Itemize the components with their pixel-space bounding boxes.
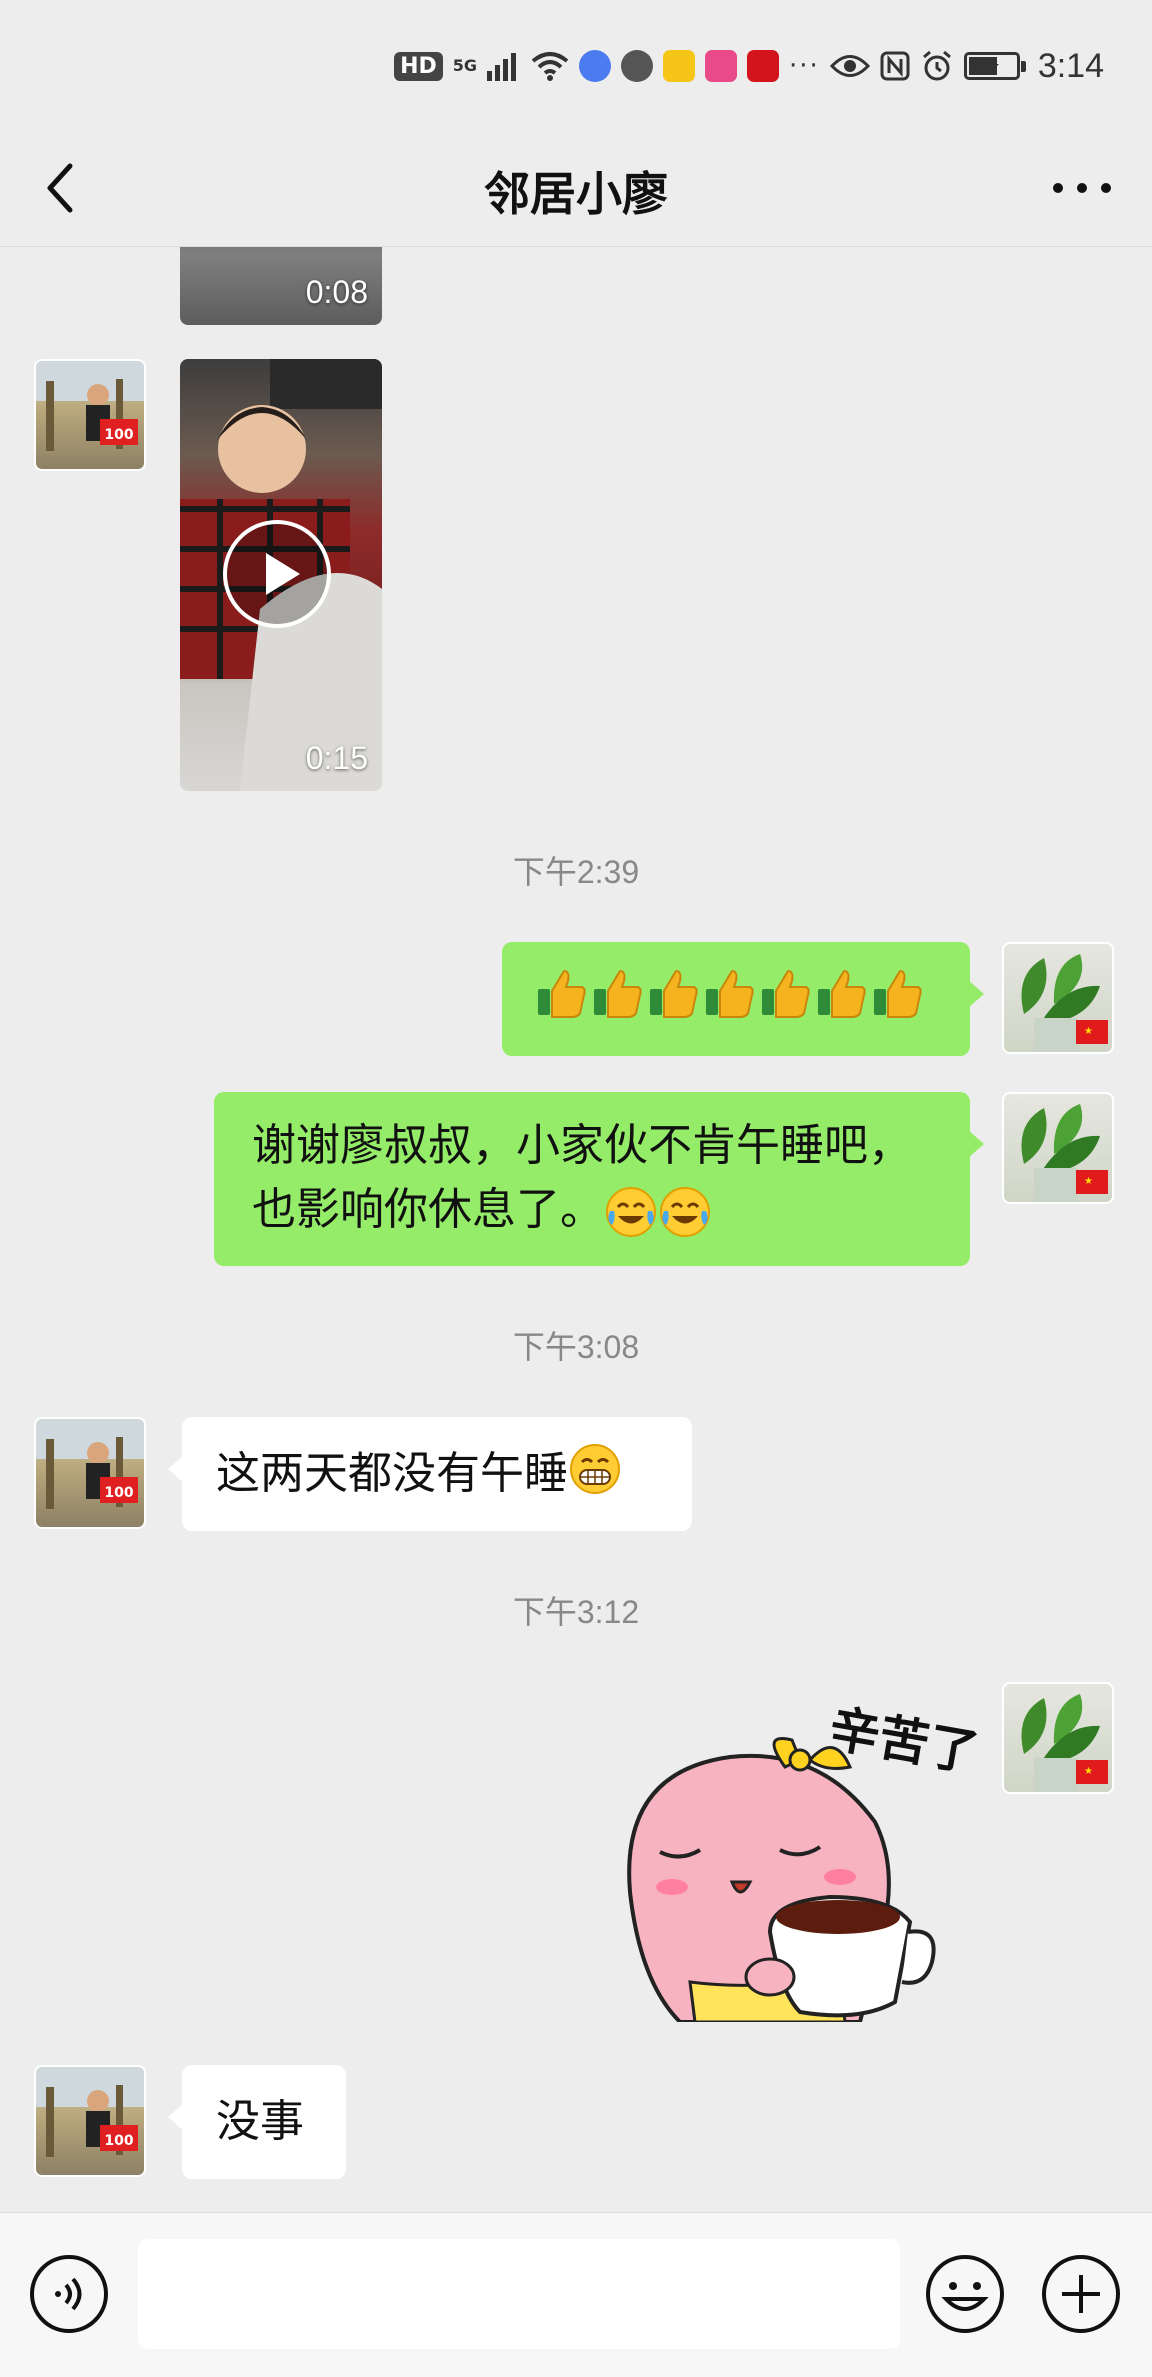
network-label: 5G: [452, 56, 478, 75]
svg-text:100: 100: [104, 1485, 133, 1501]
chat-title: 邻居小廖: [484, 167, 668, 221]
avatar[interactable]: 100: [34, 1417, 146, 1529]
plus-icon: [1042, 2255, 1120, 2333]
clock-time: 3:14: [1037, 46, 1104, 85]
message-text: 没事: [216, 2096, 304, 2147]
avatar[interactable]: ★: [1002, 1682, 1114, 1794]
more-dots-icon: [1053, 183, 1111, 193]
play-icon[interactable]: [222, 519, 332, 629]
avatar-image: ★: [1021, 954, 1108, 1052]
message-text-line: 谢谢廖叔叔，小家伙不肯午睡吧，: [252, 1120, 912, 1171]
weibo-app-icon: [663, 50, 696, 82]
browser-app-icon: [621, 50, 654, 82]
outgoing-message[interactable]: [502, 942, 984, 1056]
avatar[interactable]: 100: [34, 359, 146, 471]
video-duration: 0:15: [305, 740, 368, 776]
sticker-message[interactable]: 辛苦了: [620, 1692, 983, 2024]
more-button[interactable]: [1042, 148, 1122, 228]
thumbs-up-row: [536, 967, 936, 1019]
message-text: 这两天都没有午睡: [216, 1448, 568, 1499]
avatar-image: 100: [36, 361, 144, 451]
message-text-line: 也影响你休息了。: [252, 1178, 932, 1242]
thumbs-up-emoji: [538, 969, 586, 1018]
video-duration: 0:08: [305, 274, 368, 310]
thumbs-up-emoji: [818, 969, 866, 1018]
thumbs-up-emoji: [874, 969, 922, 1018]
svg-text:100: 100: [104, 2133, 133, 2149]
avatar[interactable]: ★: [1002, 942, 1114, 1054]
avatar[interactable]: 100: [34, 2065, 146, 2177]
bubble-tail: [168, 2103, 184, 2131]
study-app-icon: [747, 50, 780, 82]
svg-text:★: ★: [1084, 1766, 1093, 1777]
thumbs-up-emoji: [594, 969, 642, 1018]
thumbs-up-emoji: [706, 969, 754, 1018]
battery-icon: [963, 52, 1026, 80]
voice-button[interactable]: [28, 2253, 110, 2335]
timestamp: 下午3:12: [512, 1594, 640, 1630]
incoming-message[interactable]: 这两天都没有午睡: [168, 1417, 692, 1531]
avatar[interactable]: ★: [1002, 1092, 1114, 1204]
tears-of-joy-emoji: [606, 1187, 656, 1237]
wifi-icon: [531, 52, 569, 81]
svg-text:★: ★: [1084, 1176, 1093, 1187]
grinning-emoji: [570, 1444, 620, 1494]
hd-badge: HD: [394, 51, 443, 81]
bubble-tail: [968, 980, 984, 1008]
status-icons: HD 5G ··· 3:14: [394, 44, 1104, 88]
chat-header: 邻居小廖: [0, 130, 1152, 247]
avatar-image: 100: [36, 2067, 144, 2157]
eye-icon: [829, 55, 870, 77]
avatar-image: 100: [36, 1419, 144, 1509]
sticker-image: 辛苦了: [627, 1699, 983, 2024]
voice-icon: [30, 2255, 108, 2333]
sticker-text: 辛苦了: [825, 1699, 980, 1782]
shopping-app-icon: [705, 50, 738, 82]
tears-of-joy-emoji: [660, 1187, 710, 1237]
input-bar: [0, 2212, 1152, 2377]
timestamp: 下午2:39: [512, 854, 640, 890]
status-bar: HD 5G ··· 3:14: [0, 0, 1152, 130]
message-input[interactable]: [138, 2239, 900, 2349]
outgoing-message[interactable]: 谢谢廖叔叔，小家伙不肯午睡吧， 也影响你休息了。: [214, 1092, 984, 1266]
thumbs-up-emoji: [762, 969, 810, 1018]
video-message[interactable]: 0:08: [180, 247, 382, 325]
svg-text:★: ★: [1084, 1026, 1093, 1037]
bubble-tail: [968, 1130, 984, 1158]
timestamp: 下午3:08: [512, 1329, 640, 1365]
emoji-button[interactable]: [924, 2253, 1006, 2335]
music-app-icon: [579, 50, 612, 82]
nfc-icon: [880, 51, 910, 81]
alarm-icon: [922, 50, 951, 81]
signal-icon: [487, 53, 517, 81]
bubble-tail: [168, 1455, 184, 1483]
avatar-image: ★: [1021, 1104, 1108, 1202]
chat-area[interactable]: 0:08 100 0:15 下午2:39 ★ ★ 谢谢廖叔叔，小家伙不肯午睡吧，…: [0, 247, 1152, 2212]
svg-text:100: 100: [104, 427, 133, 443]
plus-button[interactable]: [1040, 2253, 1122, 2335]
message-text: 也影响你休息了。: [252, 1184, 604, 1235]
emoji-icon: [926, 2255, 1004, 2333]
avatar-image: ★: [1021, 1694, 1108, 1792]
incoming-message[interactable]: 没事: [168, 2065, 346, 2179]
more-notifications-icon: ···: [789, 51, 820, 81]
thumbs-up-emoji: [650, 969, 698, 1018]
video-message[interactable]: 0:15: [180, 359, 382, 791]
